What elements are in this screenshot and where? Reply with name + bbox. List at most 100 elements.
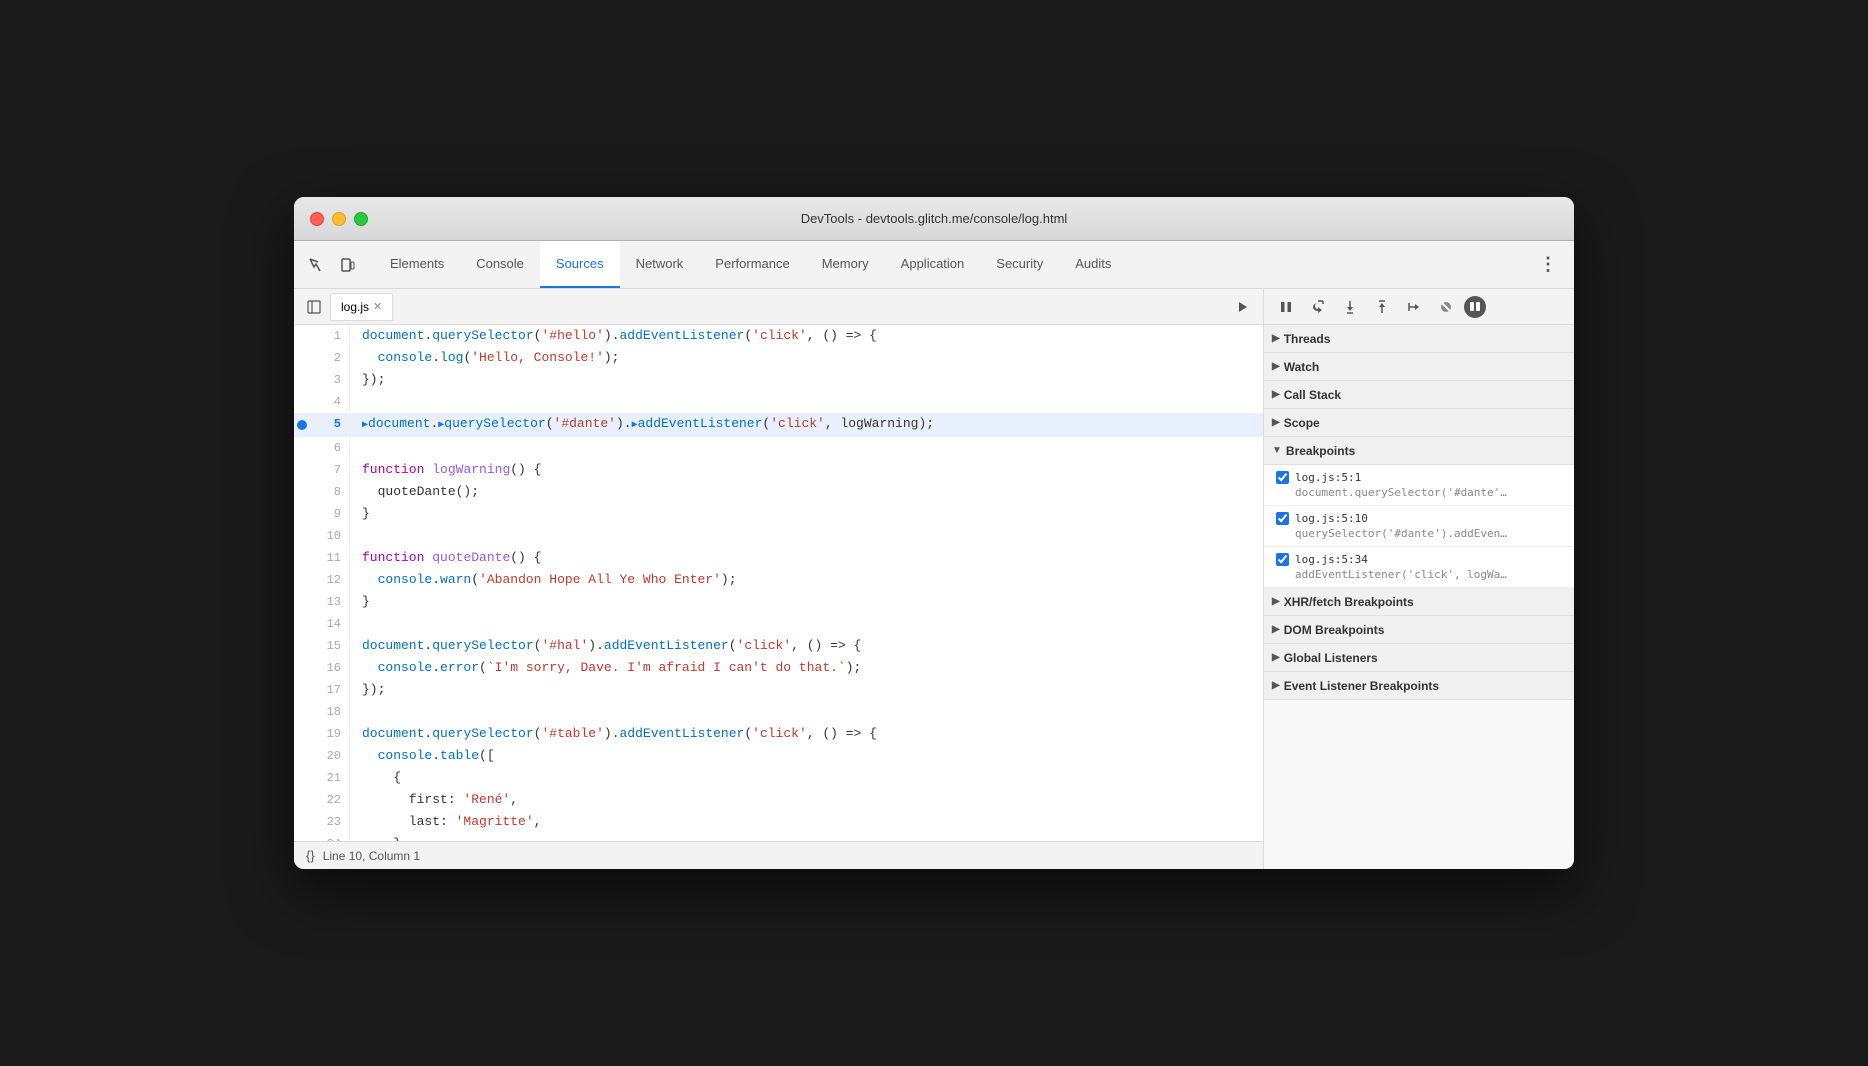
watch-arrow <box>1272 361 1280 372</box>
bp-location: log.js:5:34 <box>1295 553 1368 566</box>
bp-checkbox[interactable] <box>1276 512 1289 525</box>
minimize-button[interactable] <box>332 212 346 226</box>
tab-performance[interactable]: Performance <box>699 241 805 288</box>
code-line: 24 }, <box>294 833 1263 841</box>
run-snippet-icon[interactable] <box>1231 295 1255 319</box>
section-breakpoints[interactable]: Breakpoints <box>1264 437 1574 465</box>
bp-indicator-active <box>294 413 310 437</box>
event-arrow <box>1272 680 1280 691</box>
breakpoints-label: Breakpoints <box>1286 444 1355 458</box>
bp-code: querySelector('#dante').addEven… <box>1295 527 1562 540</box>
watch-label: Watch <box>1284 360 1320 374</box>
pretty-print-icon[interactable]: {} <box>306 848 315 863</box>
code-line-active: 5 ▶document.▶querySelector('#dante').▶ad… <box>294 413 1263 437</box>
bp-indicator <box>294 701 310 723</box>
window-title: DevTools - devtools.glitch.me/console/lo… <box>801 211 1068 226</box>
bp-indicator <box>294 459 310 481</box>
bp-indicator <box>294 789 310 811</box>
scope-label: Scope <box>1284 416 1320 430</box>
threads-label: Threads <box>1284 332 1331 346</box>
step-over-button[interactable] <box>1304 293 1332 321</box>
file-tab-name: log.js <box>341 300 369 314</box>
right-panel: Threads Watch Call Stack S <box>1264 289 1574 869</box>
section-scope[interactable]: Scope <box>1264 409 1574 437</box>
code-line: 15 document.querySelector('#hal').addEve… <box>294 635 1263 657</box>
deactivate-breakpoints-button[interactable] <box>1432 293 1460 321</box>
devtools-container: Elements Console Sources Network Perform… <box>294 241 1574 869</box>
breakpoints-arrow <box>1272 445 1282 456</box>
bp-indicator <box>294 437 310 459</box>
scope-arrow <box>1272 417 1280 428</box>
tabs-list: Elements Console Sources Network Perform… <box>374 241 1127 288</box>
dom-label: DOM Breakpoints <box>1284 623 1385 637</box>
device-icon-button[interactable] <box>334 251 362 279</box>
breakpoints-list: log.js:5:1 document.querySelector('#dant… <box>1264 465 1574 588</box>
section-global-listeners[interactable]: Global Listeners <box>1264 644 1574 672</box>
bp-checkbox[interactable] <box>1276 553 1289 566</box>
debugger-toolbar <box>1264 289 1574 325</box>
event-label: Event Listener Breakpoints <box>1284 679 1439 693</box>
pause-exceptions-button[interactable] <box>1464 296 1486 318</box>
code-line: 16 console.error(`I'm sorry, Dave. I'm a… <box>294 657 1263 679</box>
inspect-icon-button[interactable] <box>302 251 330 279</box>
bp-indicator <box>294 833 310 841</box>
section-watch[interactable]: Watch <box>1264 353 1574 381</box>
tab-memory[interactable]: Memory <box>806 241 885 288</box>
xhr-label: XHR/fetch Breakpoints <box>1284 595 1414 609</box>
step-out-button[interactable] <box>1368 293 1396 321</box>
bp-indicator <box>294 613 310 635</box>
breakpoint-item: log.js:5:1 document.querySelector('#dant… <box>1264 465 1574 506</box>
tab-audits[interactable]: Audits <box>1059 241 1127 288</box>
close-file-tab[interactable]: ✕ <box>373 300 382 313</box>
section-dom-breakpoints[interactable]: DOM Breakpoints <box>1264 616 1574 644</box>
pause-button[interactable] <box>1272 293 1300 321</box>
tab-application[interactable]: Application <box>885 241 981 288</box>
bp-checkbox[interactable] <box>1276 471 1289 484</box>
bp-header: log.js:5:34 <box>1276 553 1562 566</box>
tabs-icons <box>302 241 374 288</box>
show-sidebar-icon[interactable] <box>302 295 326 319</box>
maximize-button[interactable] <box>354 212 368 226</box>
bp-indicator <box>294 347 310 369</box>
bp-indicator <box>294 391 310 413</box>
bp-indicator <box>294 811 310 833</box>
step-button[interactable] <box>1400 293 1428 321</box>
tab-security[interactable]: Security <box>980 241 1059 288</box>
tab-sources[interactable]: Sources <box>540 241 620 288</box>
bp-indicator <box>294 503 310 525</box>
step-into-button[interactable] <box>1336 293 1364 321</box>
tabs-end: ⋮ <box>1534 241 1574 288</box>
tab-network[interactable]: Network <box>620 241 700 288</box>
devtools-tabs-bar: Elements Console Sources Network Perform… <box>294 241 1574 289</box>
bp-header: log.js:5:10 <box>1276 512 1562 525</box>
close-button[interactable] <box>310 212 324 226</box>
bp-indicator <box>294 369 310 391</box>
section-event-breakpoints[interactable]: Event Listener Breakpoints <box>1264 672 1574 700</box>
bp-location: log.js:5:1 <box>1295 471 1361 484</box>
section-xhr-breakpoints[interactable]: XHR/fetch Breakpoints <box>1264 588 1574 616</box>
code-line: 19 document.querySelector('#table').addE… <box>294 723 1263 745</box>
code-line: 11 function quoteDante() { <box>294 547 1263 569</box>
more-tabs-button[interactable]: ⋮ <box>1534 251 1562 279</box>
content-area: log.js ✕ <box>294 289 1574 869</box>
bp-location: log.js:5:10 <box>1295 512 1368 525</box>
bp-code: addEventListener('click', logWa… <box>1295 568 1562 581</box>
section-call-stack[interactable]: Call Stack <box>1264 381 1574 409</box>
code-line: 13 } <box>294 591 1263 613</box>
code-line: 14 <box>294 613 1263 635</box>
tab-elements[interactable]: Elements <box>374 241 460 288</box>
global-arrow <box>1272 652 1280 663</box>
code-line: 12 console.warn('Abandon Hope All Ye Who… <box>294 569 1263 591</box>
code-editor[interactable]: 1 document.querySelector('#hello').addEv… <box>294 325 1263 841</box>
code-line: 23 last: 'Magritte', <box>294 811 1263 833</box>
bp-indicator <box>294 657 310 679</box>
status-bar: {} Line 10, Column 1 <box>294 841 1263 869</box>
tab-console[interactable]: Console <box>460 241 540 288</box>
title-bar: DevTools - devtools.glitch.me/console/lo… <box>294 197 1574 241</box>
section-threads[interactable]: Threads <box>1264 325 1574 353</box>
bp-indicator <box>294 767 310 789</box>
code-line: 18 <box>294 701 1263 723</box>
file-tab-logjs[interactable]: log.js ✕ <box>330 293 393 321</box>
code-line: 10 <box>294 525 1263 547</box>
code-line: 21 { <box>294 767 1263 789</box>
